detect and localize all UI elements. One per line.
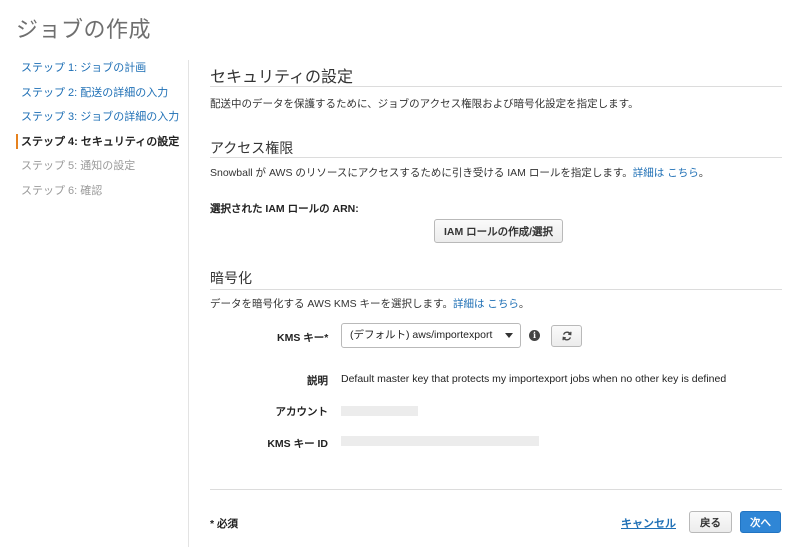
sidebar-step-3[interactable]: ステップ 3: ジョブの詳細の入力 — [0, 109, 188, 134]
access-details-link[interactable]: 詳細は こちら — [633, 167, 699, 179]
security-heading: セキュリティの設定 — [210, 69, 354, 86]
key-description-value: Default master key that protects my impo… — [341, 373, 727, 385]
sidebar-step-4-current: ステップ 4: セキュリティの設定 — [0, 133, 188, 159]
arn-label: 選択された IAM ロールの ARN: — [210, 203, 359, 215]
encryption-description: データを暗号化する AWS KMS キーを選択します。詳細は こちら。 — [210, 296, 529, 311]
encryption-divider — [210, 289, 782, 290]
access-description-suffix: 。 — [698, 167, 710, 179]
page-title: ジョブの作成 — [16, 17, 152, 42]
kms-key-label: KMS キー* — [277, 332, 329, 344]
sidebar-step-5: ステップ 5: 通知の設定 — [21, 160, 136, 172]
sidebar-step-6: ステップ 6: 確認 — [21, 184, 103, 197]
encryption-details-link[interactable]: 詳細は こちら — [453, 298, 519, 310]
chevron-down-icon — [505, 333, 513, 338]
next-button[interactable]: 次へ — [740, 511, 781, 533]
kms-key-select[interactable]: (デフォルト) aws/importexport — [341, 323, 521, 348]
encryption-heading: 暗号化 — [210, 270, 252, 286]
access-divider — [210, 157, 782, 158]
sidebar-step-1[interactable]: ステップ 1: ジョブの計画 — [0, 60, 188, 85]
account-value-redacted — [341, 406, 418, 416]
kms-key-id-label: KMS キー ID — [267, 438, 328, 450]
security-divider — [210, 86, 782, 87]
account-label: アカウント — [275, 406, 329, 418]
sidebar-divider — [188, 60, 189, 547]
access-heading: アクセス権限 — [210, 140, 294, 156]
security-description: 配送中のデータを保護するために、ジョブのアクセス権限および暗号化設定を指定します… — [210, 98, 639, 110]
footer-divider — [210, 489, 782, 490]
kms-key-id-value-redacted — [341, 436, 539, 446]
info-icon[interactable]: i — [529, 330, 540, 341]
key-description-label: 説明 — [307, 375, 328, 387]
sidebar-step-2[interactable]: ステップ 2: 配送の詳細の入力 — [0, 85, 188, 110]
back-button[interactable]: 戻る — [689, 511, 732, 533]
create-iam-role-button[interactable]: IAM ロールの作成/選択 — [434, 219, 563, 243]
required-note: * 必須 — [210, 518, 239, 530]
wizard-steps-sidebar: ステップ 1: ジョブの計画 ステップ 2: 配送の詳細の入力 ステップ 3: … — [0, 60, 188, 207]
encryption-description-text: データを暗号化する AWS KMS キーを選択します。 — [210, 298, 453, 310]
main-content: セキュリティの設定 配送中のデータを保護するために、ジョブのアクセス権限および暗… — [210, 0, 782, 547]
access-description: Snowball が AWS のリソースにアクセスするために引き受ける IAM … — [210, 165, 709, 180]
refresh-icon — [561, 331, 572, 341]
cancel-link[interactable]: キャンセル — [621, 515, 676, 531]
access-description-text: Snowball が AWS のリソースにアクセスするために引き受ける IAM … — [210, 167, 633, 179]
encryption-description-suffix: 。 — [518, 298, 530, 310]
kms-key-selected-value: (デフォルト) aws/importexport — [350, 329, 493, 341]
refresh-kms-keys-button[interactable] — [551, 325, 582, 347]
